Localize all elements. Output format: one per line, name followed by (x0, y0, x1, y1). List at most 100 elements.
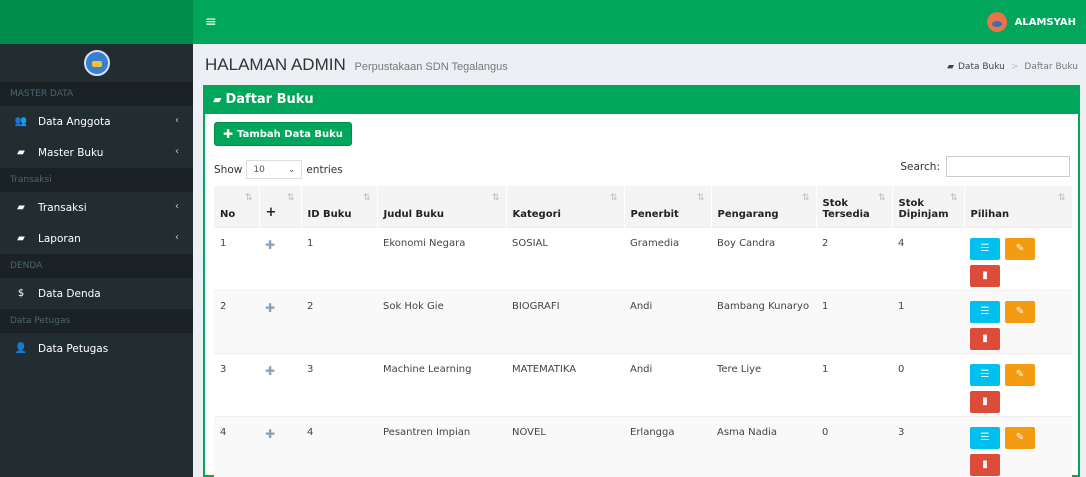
sidebar-item-transaksi[interactable]: ▰ Transaksi ‹ (0, 192, 193, 223)
search-input[interactable] (946, 156, 1070, 177)
sidebar-item-label: Data Petugas (38, 342, 109, 355)
sort-icon: ⇅ (877, 193, 886, 203)
entries-select-value: 10 (253, 164, 265, 175)
column-header-pengarang[interactable]: ⇅ Pengarang (711, 186, 817, 227)
delete-button[interactable]: ▮ (970, 390, 1000, 413)
edit-icon: ✎ (1015, 432, 1025, 443)
delete-button[interactable]: ▮ (970, 264, 1000, 287)
school-logo-icon (83, 50, 110, 76)
book-icon: ▰ (17, 202, 25, 213)
sort-icon: ⇅ (696, 193, 705, 203)
cell-pengarang: Tere Liye (711, 352, 816, 416)
brand-area (0, 0, 193, 44)
trash-icon: ▮ (982, 270, 988, 281)
expand-row-icon[interactable]: ✚ (265, 301, 275, 315)
sort-icon: ⇅ (286, 193, 295, 203)
detail-button[interactable]: ☰ (970, 237, 1000, 260)
edit-button[interactable]: ✎ (1005, 363, 1035, 386)
top-navbar: ≡ ALAMSYAH (0, 0, 1086, 44)
books-table: ⇅ No ⇅ + ⇅ ID Buku ⇅ Judul Buku ⇅ Kategori ⇅ P… (214, 186, 1073, 477)
cell-judul-buku: Machine Learning (377, 352, 506, 416)
list-icon: ☰ (980, 243, 990, 254)
delete-button[interactable]: ▮ (970, 453, 1000, 476)
detail-button[interactable]: ☰ (970, 363, 1000, 386)
sort-asc-icon: ⇅ (244, 193, 253, 203)
cell-stok-tersedia: 0 (816, 415, 892, 477)
sidebar-header-data-petugas: Data Petugas (0, 309, 193, 333)
trash-icon: ▮ (982, 396, 988, 407)
edit-icon: ✎ (1015, 243, 1025, 254)
column-header-stok-tersedia[interactable]: ⇅ Stok Tersedia (816, 186, 893, 227)
cell-kategori: NOVEL (506, 415, 624, 477)
detail-button[interactable]: ☰ (970, 426, 1000, 449)
list-icon: ☰ (980, 369, 990, 380)
cell-id-buku: 3 (301, 352, 377, 416)
edit-icon: ✎ (1015, 369, 1025, 380)
detail-button[interactable]: ☰ (970, 300, 1000, 323)
sidebar-item-data-petugas[interactable]: 👤 Data Petugas (0, 333, 193, 364)
cell-penerbit: Erlangga (624, 415, 711, 477)
edit-button[interactable]: ✎ (1005, 300, 1035, 323)
expand-row-icon[interactable]: ✚ (265, 427, 275, 441)
list-icon: ☰ (980, 306, 990, 317)
trash-icon: ▮ (982, 333, 988, 344)
breadcrumb-separator: > (1010, 62, 1019, 72)
cell-judul-buku: Pesantren Impian (377, 415, 506, 477)
cell-penerbit: Andi (624, 289, 711, 353)
sidebar-item-master-buku[interactable]: ▰ Master Buku ‹ (0, 137, 193, 168)
table-row: 1 ✚ 1 Ekonomi Negara SOSIAL Gramedia Boy… (214, 226, 1072, 290)
entries-control: Show 10 ⌄ entries (214, 160, 343, 179)
column-header-stok-dipinjam[interactable]: ⇅ Stok Dipinjam (892, 186, 965, 227)
add-book-button[interactable]: ✚ Tambah Data Buku (214, 122, 352, 146)
cell-id-buku: 4 (301, 415, 377, 477)
column-header-no[interactable]: ⇅ No (214, 186, 260, 227)
user-menu[interactable]: ALAMSYAH (986, 12, 1076, 32)
plus-icon: ✚ (223, 127, 234, 141)
search-label: Search: (900, 160, 940, 173)
sidebar-toggle-icon[interactable]: ≡ (205, 14, 217, 30)
sidebar-item-label: Master Buku (38, 146, 104, 159)
column-header-penerbit[interactable]: ⇅ Penerbit (624, 186, 712, 227)
page-title: HALAMAN ADMIN Perpustakaan SDN Tegalangu… (205, 55, 508, 75)
cell-penerbit: Gramedia (624, 226, 711, 290)
dollar-icon: $ (17, 288, 25, 299)
delete-button[interactable]: ▮ (970, 327, 1000, 350)
column-header-id-buku[interactable]: ⇅ ID Buku (301, 186, 378, 227)
sort-icon: ⇅ (362, 193, 371, 203)
column-header-pilihan[interactable]: ⇅ Pilihan (964, 186, 1073, 227)
sidebar-header-transaksi: Transaksi (0, 168, 193, 192)
sort-icon: ⇅ (491, 193, 500, 203)
entries-select[interactable]: 10 ⌄ (246, 160, 303, 179)
sidebar-item-data-anggota[interactable]: 👥 Data Anggota ‹ (0, 106, 193, 137)
cell-judul-buku: Sok Hok Gie (377, 289, 506, 353)
breadcrumb-link-data-buku[interactable]: Data Buku (958, 62, 1005, 72)
edit-button[interactable]: ✎ (1005, 426, 1035, 449)
chevron-left-icon: ‹ (175, 115, 179, 126)
daftar-buku-box: ▰ Daftar Buku ✚ Tambah Data Buku Show 10… (203, 85, 1080, 477)
cell-kategori: BIOGRAFI (506, 289, 624, 353)
cell-id-buku: 1 (301, 226, 377, 290)
chevron-left-icon: ‹ (175, 146, 179, 157)
sidebar: MASTER DATA 👥 Data Anggota ‹ ▰ Master Bu… (0, 44, 193, 477)
breadcrumb-current: Daftar Buku (1024, 62, 1078, 72)
expand-row-icon[interactable]: ✚ (265, 238, 275, 252)
show-label: Show (214, 163, 243, 176)
expand-row-icon[interactable]: ✚ (265, 364, 275, 378)
sidebar-item-label: Laporan (38, 232, 81, 245)
table-row: 2 ✚ 2 Sok Hok Gie BIOGRAFI Andi Bambang … (214, 289, 1072, 353)
book-icon: ▰ (17, 147, 25, 158)
sidebar-item-label: Data Denda (38, 287, 101, 300)
cell-no: 3 (214, 352, 259, 416)
sidebar-item-laporan[interactable]: ▰ Laporan ‹ (0, 223, 193, 254)
box-title: Daftar Buku (225, 92, 314, 107)
sidebar-item-data-denda[interactable]: $ Data Denda (0, 278, 193, 309)
column-header-kategori[interactable]: ⇅ Kategori (506, 186, 625, 227)
edit-button[interactable]: ✎ (1005, 237, 1035, 260)
cell-stok-tersedia: 1 (816, 352, 892, 416)
sort-icon: ⇅ (1057, 193, 1066, 203)
column-header-judul-buku[interactable]: ⇅ Judul Buku (377, 186, 507, 227)
cell-stok-dipinjam: 4 (892, 226, 964, 290)
user-plus-icon: 👤 (14, 343, 28, 354)
column-header-expand[interactable]: ⇅ + (259, 186, 302, 227)
search-control: Search: (900, 156, 1070, 177)
